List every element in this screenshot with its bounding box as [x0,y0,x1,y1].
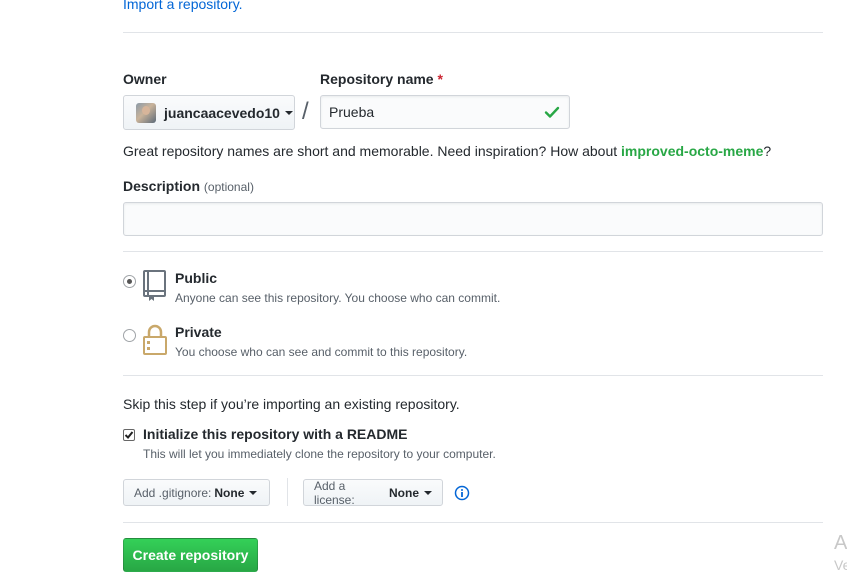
owner-select-button[interactable]: juancaacevedo10 [123,95,295,130]
hint-suffix: ? [763,143,772,159]
description-label: Description (optional) [123,178,254,194]
divider [123,251,823,252]
owner-repo-separator: / [302,98,309,125]
gitignore-prefix: Add .gitignore: [134,485,212,500]
private-title: Private [175,324,222,340]
check-icon [544,106,560,118]
gitignore-select-button[interactable]: Add .gitignore: None [123,479,270,506]
public-description: Anyone can see this repository. You choo… [175,291,501,305]
chevron-down-icon [424,490,432,495]
license-value: None [389,485,419,500]
gitignore-value: None [214,485,245,500]
owner-label: Owner [123,71,167,87]
divider [123,32,823,33]
skip-step-note: Skip this step if you’re importing an ex… [123,396,460,412]
readme-label[interactable]: Initialize this repository with a README [143,426,407,442]
required-marker: * [437,71,443,87]
private-description: You choose who can see and commit to thi… [175,345,468,359]
info-icon[interactable] [454,485,470,501]
repository-name-label-text: Repository name [320,71,434,87]
repo-book-icon [143,270,166,301]
divider [123,375,823,376]
divider [123,522,823,523]
description-input[interactable] [123,202,823,236]
import-repository-link[interactable]: Import a repository. [123,0,243,12]
select-divider [287,478,288,506]
chevron-down-icon [284,110,293,115]
create-repository-button[interactable]: Create repository [123,538,258,572]
public-radio[interactable] [123,275,136,288]
private-radio[interactable] [123,329,136,342]
repository-name-hint: Great repository names are short and mem… [123,143,771,159]
avatar [136,102,156,123]
repository-name-input[interactable] [320,95,570,129]
watermark-line-2: Ve [834,557,847,573]
repository-name-label: Repository name * [320,71,443,87]
chevron-down-icon [249,490,258,495]
name-suggestion[interactable]: improved-octo-meme [621,143,763,159]
watermark-line-1: A [834,532,847,554]
description-label-text: Description [123,178,201,194]
owner-name: juancaacevedo10 [164,104,280,121]
hint-prefix: Great repository names are short and mem… [123,143,622,159]
license-prefix: Add a license: [314,478,355,507]
readme-checkbox[interactable] [123,429,135,441]
readme-description: This will let you immediately clone the … [143,447,496,461]
license-select-button[interactable]: Add a license: None [303,478,443,507]
public-title: Public [175,270,218,286]
lock-icon [143,324,167,355]
optional-marker: (optional) [203,180,254,194]
checkmark-icon [124,431,134,439]
